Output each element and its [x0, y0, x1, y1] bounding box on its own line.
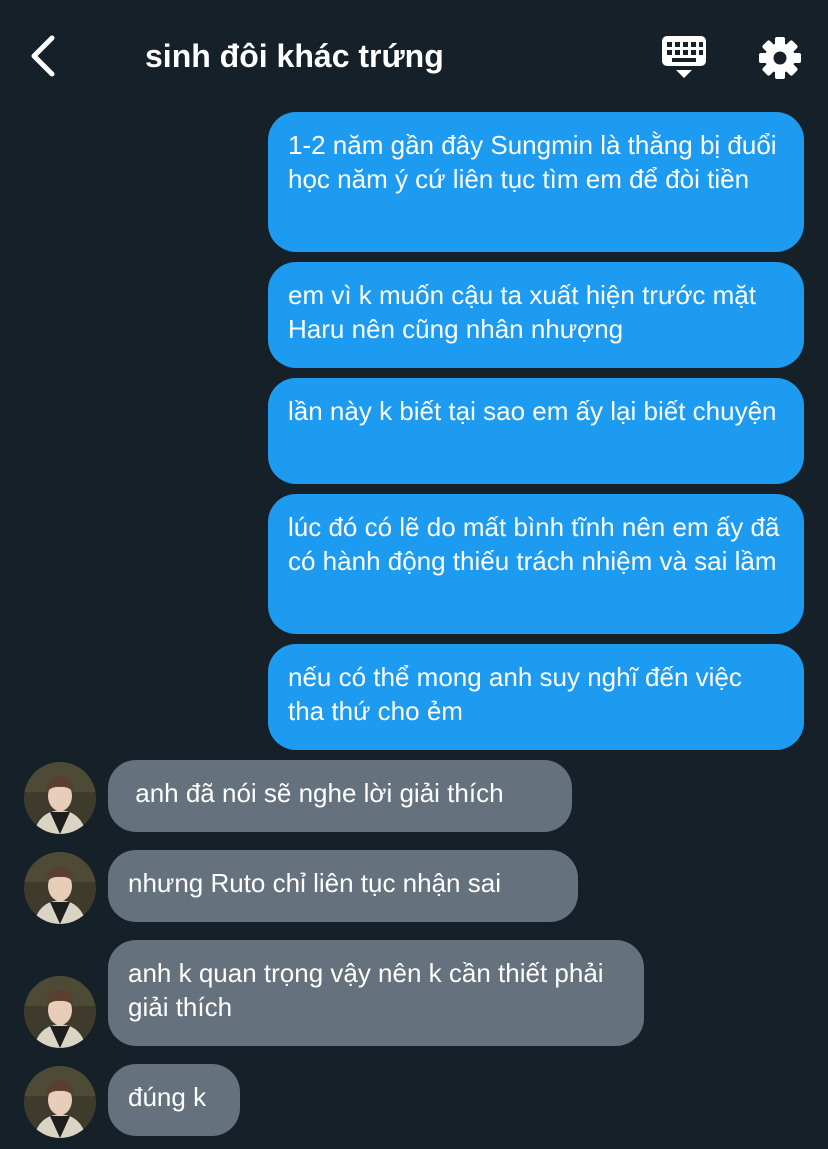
gear-icon [759, 37, 801, 79]
avatar[interactable] [24, 976, 96, 1048]
keyboard-icon [662, 36, 706, 78]
message-bubble-outgoing[interactable]: 1-2 năm gần đây Sungmin là thằng bị đuổi… [268, 112, 804, 252]
message-bubble-outgoing[interactable]: lần này k biết tại sao em ấy lại biết ch… [268, 378, 804, 484]
message-bubble-incoming[interactable]: anh đã nói sẽ nghe lời giải thích [108, 760, 572, 832]
avatar[interactable] [24, 762, 96, 834]
avatar[interactable] [24, 1066, 96, 1138]
chat-title: sinh đôi khác trứng [145, 38, 444, 74]
back-button[interactable] [24, 34, 68, 78]
settings-button[interactable] [756, 34, 804, 82]
message-bubble-incoming[interactable]: nhưng Ruto chỉ liên tục nhận sai [108, 850, 578, 922]
message-bubble-outgoing[interactable]: em vì k muốn cậu ta xuất hiện trước mặt … [268, 262, 804, 368]
keyboard-button[interactable] [660, 34, 708, 82]
message-bubble-outgoing[interactable]: nếu có thể mong anh suy nghĩ đến việc th… [268, 644, 804, 750]
chat-header: sinh đôi khác trứng [0, 0, 828, 110]
message-bubble-incoming[interactable]: đúng k [108, 1064, 240, 1136]
message-bubble-outgoing[interactable]: lúc đó có lẽ do mất bình tĩnh nên em ấy … [268, 494, 804, 634]
message-bubble-incoming[interactable]: anh k quan trọng vậy nên k cần thiết phả… [108, 940, 644, 1046]
avatar[interactable] [24, 852, 96, 924]
chevron-left-icon [31, 35, 55, 77]
